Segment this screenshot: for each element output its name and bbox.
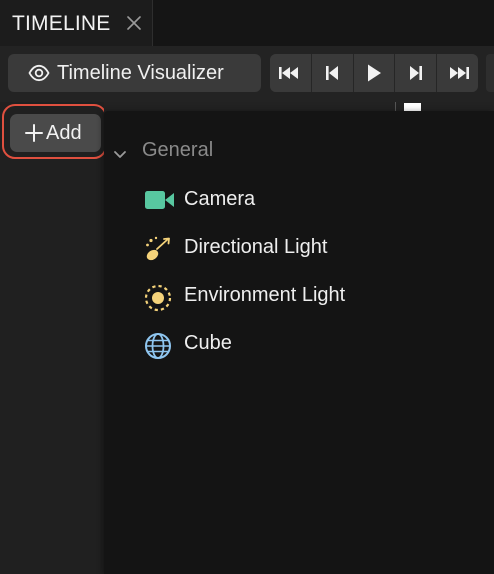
timeline-panel: TIMELINE Timeline Visualizer Add General… bbox=[0, 0, 494, 574]
menu-item-cube[interactable]: Cube bbox=[104, 324, 494, 364]
step-back-button[interactable] bbox=[311, 54, 354, 92]
toolbar-overflow-edge bbox=[486, 54, 494, 92]
transport-controls bbox=[270, 54, 478, 92]
menu-item-camera[interactable]: Camera bbox=[104, 180, 494, 220]
step-forward-button[interactable] bbox=[395, 54, 438, 92]
play-icon bbox=[367, 64, 381, 82]
tab-title: TIMELINE bbox=[12, 12, 111, 35]
add-button-label: Add bbox=[46, 122, 82, 144]
step-forward-icon bbox=[409, 66, 422, 80]
play-button[interactable] bbox=[353, 54, 396, 92]
plus-icon bbox=[24, 123, 44, 148]
directional-light-icon bbox=[144, 236, 176, 261]
skip-to-end-icon bbox=[449, 67, 469, 79]
menu-item-label: Directional Light bbox=[184, 236, 328, 258]
skip-to-start-button[interactable] bbox=[270, 54, 312, 92]
timeline-visualizer-button[interactable]: Timeline Visualizer bbox=[8, 54, 261, 92]
add-button[interactable]: Add bbox=[10, 114, 101, 152]
timeline-toolbar: Timeline Visualizer bbox=[0, 46, 494, 102]
menu-item-directional-light[interactable]: Directional Light bbox=[104, 228, 494, 268]
menu-item-environment-light[interactable]: Environment Light bbox=[104, 276, 494, 316]
cube-icon bbox=[144, 332, 176, 359]
eye-icon bbox=[28, 63, 50, 88]
track-list-panel: Add bbox=[0, 102, 104, 574]
chevron-down-icon bbox=[113, 147, 127, 165]
step-back-icon bbox=[326, 66, 339, 80]
add-dropdown-menu: General Camera Directional Light Environ… bbox=[104, 111, 494, 574]
menu-item-label: Camera bbox=[184, 188, 256, 210]
tab-timeline[interactable]: TIMELINE bbox=[0, 0, 153, 46]
menu-group-label: General bbox=[142, 139, 214, 161]
menu-item-label: Environment Light bbox=[184, 284, 346, 306]
close-icon[interactable] bbox=[124, 11, 144, 35]
panel-titlebar: TIMELINE bbox=[0, 0, 494, 47]
menu-group-general[interactable]: General bbox=[104, 138, 494, 166]
environment-light-icon bbox=[144, 284, 176, 312]
camera-icon bbox=[144, 188, 176, 212]
skip-to-start-icon bbox=[279, 67, 299, 79]
skip-to-end-button[interactable] bbox=[437, 54, 478, 92]
menu-item-label: Cube bbox=[184, 332, 232, 354]
timeline-visualizer-label: Timeline Visualizer bbox=[57, 62, 224, 84]
